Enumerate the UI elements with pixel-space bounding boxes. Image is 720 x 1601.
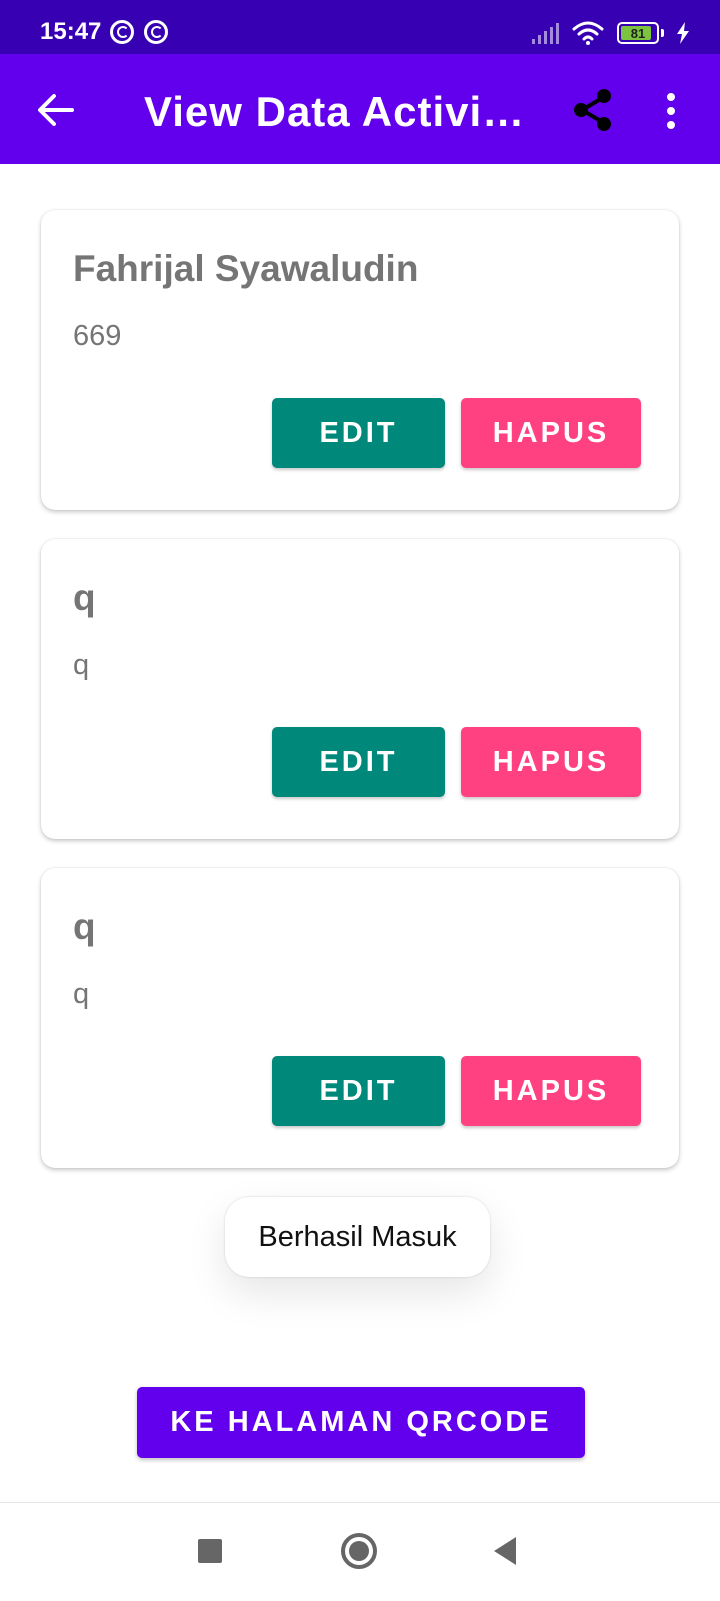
card-name: Fahrijal Syawaludin	[73, 248, 419, 289]
recent-apps-icon[interactable]	[198, 1539, 222, 1563]
delete-button[interactable]: HAPUS	[461, 727, 641, 797]
notification-icon	[110, 20, 134, 44]
status-notification-icons	[110, 20, 168, 44]
back-triangle-icon[interactable]	[494, 1537, 516, 1565]
battery-icon: 81	[617, 22, 659, 44]
status-bar: 15:47 81	[0, 0, 720, 54]
share-icon[interactable]	[572, 88, 614, 132]
data-card: q q EDIT HAPUS	[41, 868, 679, 1168]
navigation-bar	[0, 1502, 720, 1601]
qrcode-page-button[interactable]: KE HALAMAN QRCODE	[137, 1387, 585, 1458]
home-icon[interactable]	[341, 1533, 377, 1569]
card-value: 669	[73, 320, 122, 352]
card-value: q	[73, 978, 90, 1010]
edit-button[interactable]: EDIT	[272, 727, 445, 797]
charging-icon	[677, 22, 689, 44]
more-vert-icon[interactable]	[664, 92, 678, 130]
battery-tip	[661, 29, 664, 37]
card-name: q	[73, 577, 96, 618]
data-card: Fahrijal Syawaludin 669 EDIT HAPUS	[41, 210, 679, 510]
app-bar: View Data Activi…	[0, 54, 720, 164]
back-arrow-icon[interactable]	[36, 90, 76, 130]
data-card: q q EDIT HAPUS	[41, 539, 679, 839]
wifi-icon	[572, 21, 604, 45]
edit-button[interactable]: EDIT	[272, 398, 445, 468]
page-title: View Data Activi…	[144, 88, 526, 135]
status-right-icons: 81	[532, 20, 690, 46]
delete-button[interactable]: HAPUS	[461, 398, 641, 468]
status-time: 15:47	[40, 18, 102, 45]
delete-button[interactable]: HAPUS	[461, 1056, 641, 1126]
card-value: q	[73, 649, 90, 681]
edit-button[interactable]: EDIT	[272, 1056, 445, 1126]
notification-icon	[144, 20, 168, 44]
card-name: q	[73, 906, 96, 947]
battery-level: 81	[630, 25, 646, 41]
signal-icon	[532, 22, 559, 44]
toast-message: Berhasil Masuk	[225, 1197, 490, 1277]
